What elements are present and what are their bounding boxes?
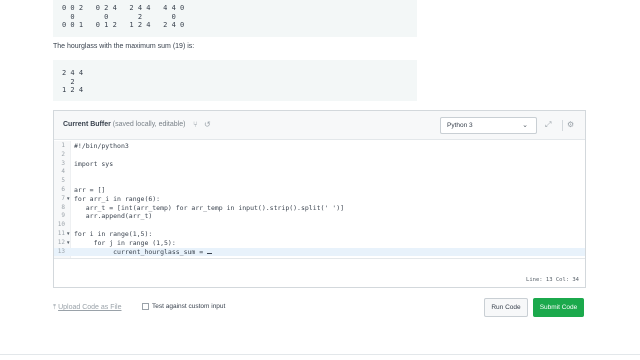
fold-arrow-icon[interactable]: ▼: [66, 230, 70, 239]
hourglass-line: 2: [62, 77, 75, 86]
line-number: 11: [57, 230, 65, 237]
fold-arrow-icon[interactable]: ▼: [66, 239, 70, 248]
code-line: 12 ▼ for j in range (1,5):: [54, 239, 585, 248]
language-value: Python 3: [447, 122, 473, 129]
cursor-position-status: Line: 13 Col: 34: [526, 277, 579, 283]
language-select[interactable]: Python 3 ⌄: [440, 117, 537, 134]
sample-output-line: 0 0 2 0 2 4 2 4 4 4 4 0: [62, 4, 185, 12]
code-editor: Current Buffer (saved locally, editable)…: [53, 110, 586, 288]
upload-icon: ⤒: [53, 304, 57, 311]
buffer-note: (saved locally, editable): [112, 121, 186, 128]
code-line: 2: [54, 151, 585, 160]
page: 0 0 2 0 2 4 2 4 4 4 4 0 0 0 2 0 0 0 1 0 …: [0, 0, 640, 360]
line-number: 5: [61, 177, 65, 185]
line-number: 3: [61, 159, 65, 167]
fold-arrow-icon[interactable]: ▼: [66, 195, 70, 204]
header-divider: [562, 120, 563, 131]
code-line: 10: [54, 221, 585, 230]
fullscreen-icon[interactable]: ⤢: [545, 120, 551, 130]
custom-input-checkbox[interactable]: [142, 303, 149, 310]
code-text-content: current_hourglass_sum =: [74, 247, 208, 256]
sample-output-line: 0 0 1 0 1 2 1 2 4 2 4 0: [62, 21, 185, 29]
code-area[interactable]: 1 #!/bin/python3 2 3 import sys 4 5 6 ar…: [54, 141, 585, 258]
code-line: 1 #!/bin/python3: [54, 142, 585, 151]
line-number: 12: [57, 238, 65, 246]
code-text: arr.append(arr_t): [74, 212, 153, 221]
problem-description: The hourglass with the maximum sum (19) …: [53, 43, 195, 50]
sample-output-line: 0 0 2 0: [62, 12, 176, 21]
code-text: arr = []: [74, 186, 106, 194]
code-text: #!/bin/python3: [74, 142, 129, 150]
branch-icon[interactable]: ⑂: [193, 120, 198, 130]
line-number: 6: [61, 186, 65, 193]
editor-header: Current Buffer (saved locally, editable)…: [54, 111, 585, 140]
gear-icon[interactable]: ⚙: [567, 120, 574, 130]
upload-code-link[interactable]: ⤒ Upload Code as File: [53, 304, 122, 312]
line-number: 1: [61, 142, 65, 149]
editor-footer: Line: 13 Col: 34: [54, 258, 585, 287]
code-text: import sys: [74, 159, 114, 168]
code-line: 6 arr = []: [54, 186, 585, 195]
line-number: 4: [61, 168, 65, 176]
line-number: 13: [57, 247, 65, 255]
code-text: for i in range(1,5):: [74, 230, 153, 238]
line-number: 8: [61, 203, 65, 211]
line-number: 2: [61, 150, 65, 158]
run-code-button[interactable]: Run Code: [484, 298, 528, 317]
buffer-title: Current Buffer: [63, 121, 111, 128]
code-line: 9 arr.append(arr_t): [54, 212, 585, 221]
code-line: 4: [54, 168, 585, 177]
code-text: for arr_i in range(6):: [74, 194, 161, 203]
line-number: 9: [61, 212, 65, 220]
text-cursor: [207, 248, 213, 254]
hourglass-output-box: 2 4 4 2 1 2 4: [53, 60, 417, 101]
action-bar: ⤒ Upload Code as File Test against custo…: [53, 298, 586, 318]
code-line: 3 import sys: [54, 160, 585, 169]
code-line: 8 arr_t = [int(arr_temp) for arr_temp in…: [54, 204, 585, 213]
line-number: 7: [61, 194, 65, 202]
code-line: 11 ▼ for i in range(1,5):: [54, 230, 585, 239]
editor-title: Current Buffer (saved locally, editable): [63, 121, 185, 128]
code-line: 5: [54, 177, 585, 186]
code-text: current_hourglass_sum =: [74, 247, 213, 257]
custom-input-label[interactable]: Test against custom input: [152, 303, 225, 310]
code-line: 7 ▼ for arr_i in range(6):: [54, 195, 585, 204]
code-text: arr_t = [int(arr_temp) for arr_temp in i…: [74, 203, 345, 212]
code-text: for j in range (1,5):: [74, 238, 176, 247]
hourglass-line: 1 2 4: [62, 86, 84, 94]
chevron-down-icon: ⌄: [522, 122, 528, 129]
hourglass-line: 2 4 4: [62, 69, 84, 77]
sample-output-box: 0 0 2 0 2 4 2 4 4 4 4 0 0 0 2 0 0 0 1 0 …: [53, 0, 417, 37]
history-icon[interactable]: ↺: [204, 120, 211, 130]
page-divider: [0, 354, 640, 355]
upload-label: Upload Code as File: [58, 304, 122, 311]
line-number: 10: [57, 221, 65, 229]
submit-code-button[interactable]: Submit Code: [533, 298, 584, 317]
active-code-line: 13 current_hourglass_sum =: [54, 247, 585, 257]
